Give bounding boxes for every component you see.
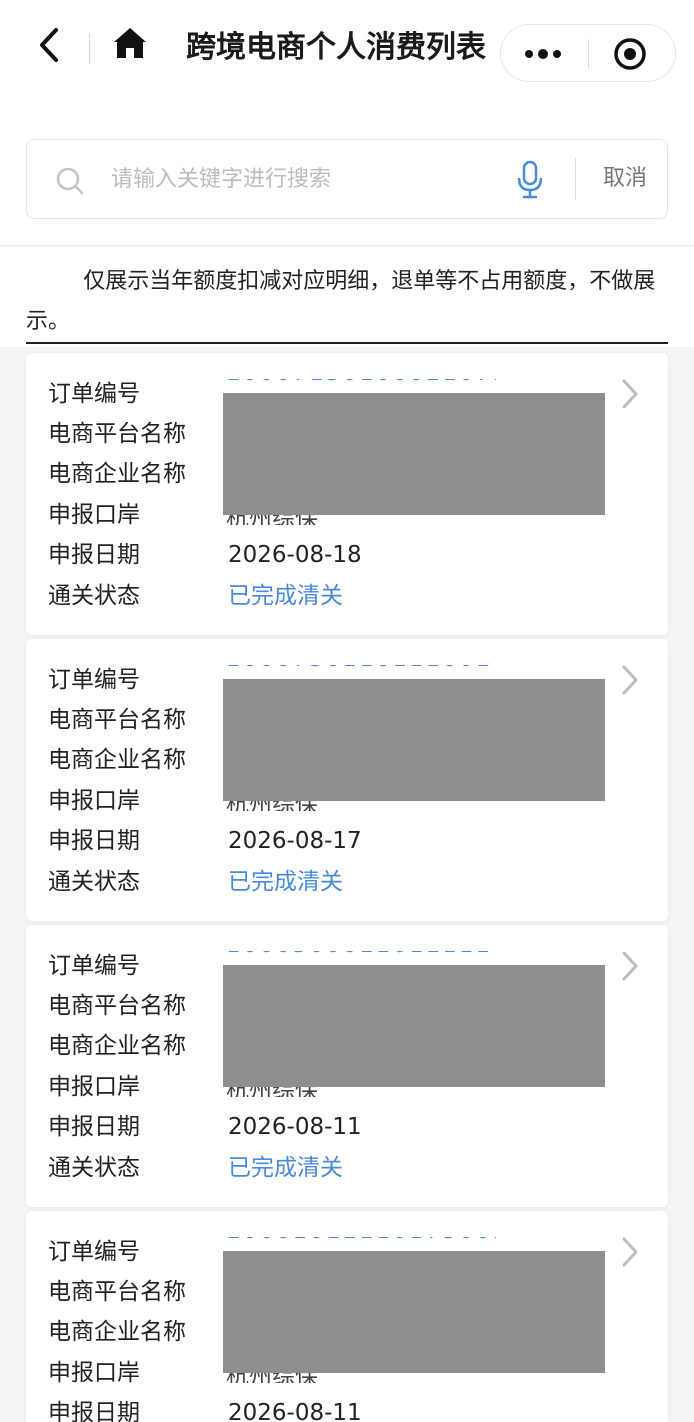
date-label: 申报日期	[48, 1400, 140, 1422]
navigation-bar: 跨境电商个人消费列表	[0, 0, 694, 100]
port-label: 申报口岸	[48, 1074, 140, 1100]
date-row: 申报日期 2026-08-11	[48, 1107, 608, 1147]
date-value: 2026-08-17	[228, 828, 362, 854]
order-no-label: 订单编号	[48, 1239, 140, 1265]
notice-text: 仅展示当年额度扣减对应明细，退单等不占用额度，不做展示。	[26, 269, 656, 334]
date-label: 申报日期	[48, 542, 140, 568]
notice-underline	[26, 342, 668, 344]
mini-program-capsule	[500, 24, 676, 82]
microphone-icon	[517, 160, 543, 199]
status-value: 已完成清关	[228, 869, 343, 895]
status-label: 通关状态	[48, 583, 140, 609]
status-label: 通关状态	[48, 1155, 140, 1181]
platform-label: 电商平台名称	[48, 707, 186, 733]
platform-label: 电商平台名称	[48, 1279, 186, 1305]
home-icon	[114, 28, 146, 58]
search-box: 取消	[26, 139, 668, 219]
port-value: 杭州综保	[226, 801, 356, 811]
nav-divider	[89, 34, 90, 64]
company-label: 电商企业名称	[48, 747, 186, 773]
status-row: 通关状态 已完成清关	[48, 576, 608, 616]
close-mini-program-button[interactable]	[609, 33, 651, 75]
date-value: 2026-08-11	[228, 1114, 362, 1140]
notice-section: 仅展示当年额度扣减对应明细，退单等不占用额度，不做展示。	[0, 247, 694, 347]
search-area: 取消	[0, 100, 694, 246]
company-label: 电商企业名称	[48, 461, 186, 487]
search-divider	[575, 158, 576, 200]
port-value: 杭州综保	[226, 1087, 356, 1097]
search-input[interactable]	[111, 158, 501, 200]
status-value: 已完成清关	[228, 583, 343, 609]
chevron-right-icon	[622, 379, 638, 409]
capsule-divider	[588, 39, 589, 69]
status-row: 通关状态 已完成清关	[48, 1148, 608, 1188]
redaction-mask	[223, 965, 605, 1087]
port-label: 申报口岸	[48, 788, 140, 814]
status-label: 通关状态	[48, 869, 140, 895]
back-button[interactable]	[34, 26, 68, 66]
order-card[interactable]: 订单编号 1000101111017500100 电商平台名称 电商企业名称 申…	[26, 1211, 668, 1422]
order-card[interactable]: 订单编号 1000750110111001707 电商平台名称 电商企业名称 申…	[26, 639, 668, 921]
chevron-right-icon	[622, 665, 638, 695]
platform-label: 电商平台名称	[48, 993, 186, 1019]
date-label: 申报日期	[48, 1114, 140, 1140]
company-label: 电商企业名称	[48, 1319, 186, 1345]
chevron-left-icon	[40, 28, 58, 62]
target-circle-icon	[614, 38, 646, 70]
date-label: 申报日期	[48, 828, 140, 854]
voice-input-button[interactable]	[515, 160, 545, 200]
order-no-value[interactable]: 1000500011011111001	[226, 951, 496, 965]
date-value: 2026-08-11	[228, 1400, 362, 1422]
port-label: 申报口岸	[48, 1360, 140, 1386]
order-no-value[interactable]: 1000750110111001707	[226, 665, 496, 679]
order-card[interactable]: 订单编号 1000500011011111001 电商平台名称 电商企业名称 申…	[26, 925, 668, 1207]
order-no-label: 订单编号	[48, 667, 140, 693]
redaction-mask	[223, 679, 605, 801]
platform-label: 电商平台名称	[48, 421, 186, 447]
order-no-value[interactable]: 1000715010002107155	[226, 379, 496, 393]
more-dots-icon	[525, 49, 561, 59]
company-label: 电商企业名称	[48, 1033, 186, 1059]
chevron-right-icon	[622, 1237, 638, 1267]
home-button[interactable]	[110, 24, 150, 64]
redaction-mask	[223, 393, 605, 515]
order-no-label: 订单编号	[48, 381, 140, 407]
order-card[interactable]: 订单编号 1000715010002107155 电商平台名称 电商企业名称 申…	[26, 353, 668, 635]
port-label: 申报口岸	[48, 502, 140, 528]
status-value: 已完成清关	[228, 1155, 343, 1181]
redaction-mask	[223, 1251, 605, 1373]
date-row: 申报日期 2026-08-18	[48, 535, 608, 575]
page-title: 跨境电商个人消费列表	[186, 30, 486, 65]
date-row: 申报日期 2026-08-11	[48, 1393, 608, 1422]
port-value: 杭州综保	[226, 515, 356, 525]
search-icon	[56, 167, 84, 195]
order-no-label: 订单编号	[48, 953, 140, 979]
date-value: 2026-08-18	[228, 542, 362, 568]
order-no-value[interactable]: 1000101111017500100	[226, 1237, 496, 1251]
port-value: 杭州综保	[226, 1373, 356, 1383]
cancel-button[interactable]: 取消	[597, 162, 653, 196]
date-row: 申报日期 2026-08-17	[48, 821, 608, 861]
status-row: 通关状态 已完成清关	[48, 862, 608, 902]
chevron-right-icon	[622, 951, 638, 981]
more-button[interactable]	[519, 35, 571, 73]
